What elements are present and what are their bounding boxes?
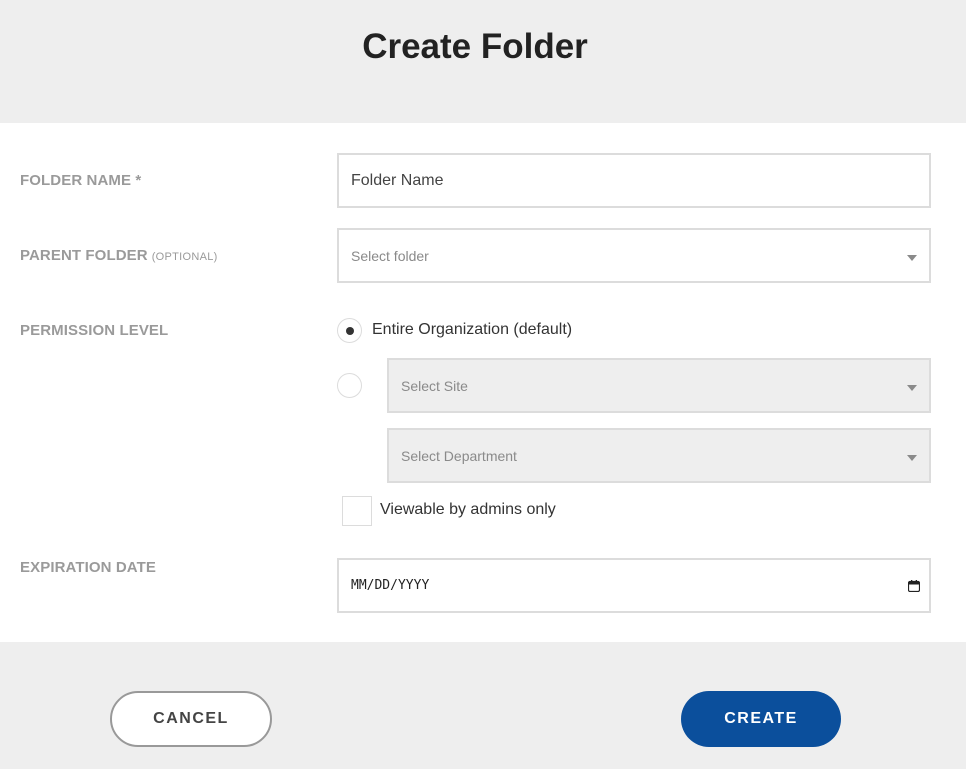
dialog-title: Create Folder	[362, 27, 588, 66]
radio-entire-organization[interactable]	[337, 318, 362, 343]
parent-folder-select[interactable]: Select folder	[337, 228, 931, 283]
admins-only-label[interactable]: Viewable by admins only	[380, 501, 556, 519]
department-select[interactable]: Select Department	[387, 428, 931, 483]
site-select[interactable]: Select Site	[387, 358, 931, 413]
folder-name-value: Folder Name	[351, 171, 444, 189]
calendar-icon[interactable]	[908, 579, 920, 592]
folder-name-label: FOLDER NAME *	[20, 172, 142, 189]
expiration-date-input[interactable]: MM/DD/YYYY	[337, 558, 931, 613]
expiration-date-label: EXPIRATION DATE	[20, 559, 156, 576]
folder-name-input[interactable]: Folder Name	[337, 153, 931, 208]
parent-folder-label-text: PARENT FOLDER	[20, 247, 148, 264]
expiration-date-placeholder: MM/DD/YYYY	[351, 578, 430, 593]
department-placeholder: Select Department	[401, 447, 517, 464]
permission-level-label: PERMISSION LEVEL	[20, 322, 169, 339]
radio-site-department[interactable]	[337, 373, 362, 398]
site-placeholder: Select Site	[401, 377, 468, 394]
caret-down-icon	[907, 454, 917, 461]
dialog-footer: CANCEL CREATE	[0, 642, 966, 769]
parent-folder-placeholder: Select folder	[351, 247, 429, 264]
create-folder-dialog: Create Folder FOLDER NAME * Folder Name …	[0, 0, 966, 769]
optional-tag: (OPTIONAL)	[151, 251, 218, 263]
entire-organization-label[interactable]: Entire Organization (default)	[372, 321, 572, 339]
radio-selected-dot	[345, 326, 354, 335]
cancel-button[interactable]: CANCEL	[110, 691, 272, 747]
admins-only-checkbox[interactable]	[342, 496, 372, 526]
dialog-header: Create Folder	[0, 0, 966, 123]
caret-down-icon	[907, 254, 917, 261]
caret-down-icon	[907, 384, 917, 391]
parent-folder-label: PARENT FOLDER (OPTIONAL)	[20, 247, 218, 264]
create-button[interactable]: CREATE	[681, 691, 841, 747]
